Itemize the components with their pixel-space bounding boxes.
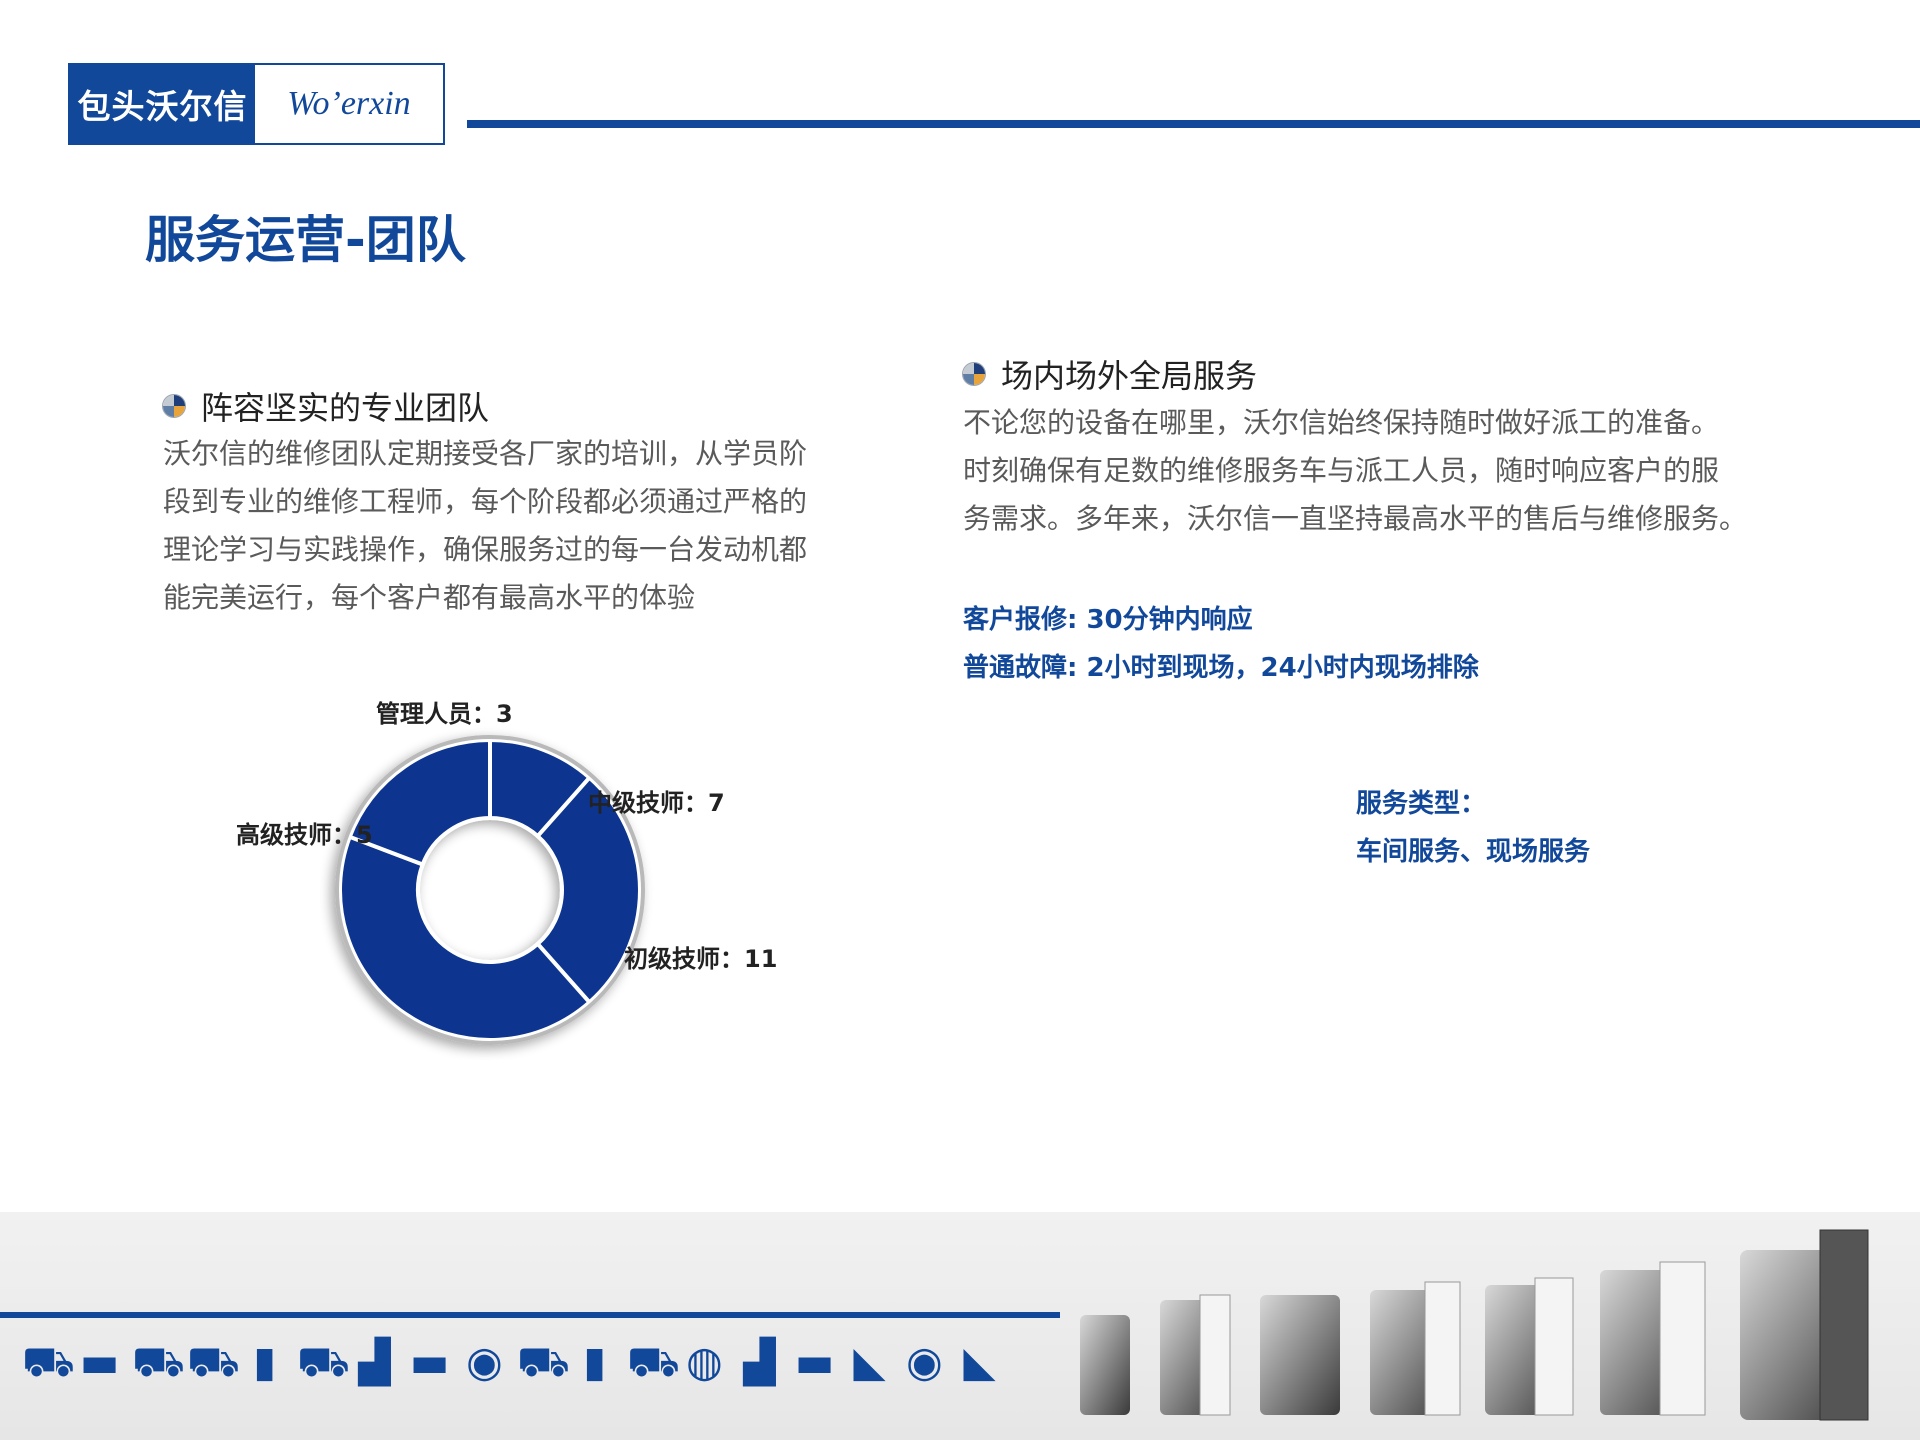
loader-icon: ▟ — [743, 1337, 776, 1386]
left-line: 段到专业的维修工程师，每个阶段都必须通过严格的 — [163, 485, 808, 518]
bullet-icon — [163, 395, 185, 417]
logo-cn-text: 包头沃尔信 — [70, 65, 255, 143]
highlight-response-time: 客户报修: 30分钟内响应 — [963, 605, 1253, 635]
highlights: 客户报修: 30分钟内响应 普通故障: 2小时到现场，24小时内现场排除 — [963, 596, 1479, 692]
right-section-heading: 场内场外全局服务 — [963, 351, 1257, 397]
right-heading-text: 场内场外全局服务 — [1001, 357, 1258, 395]
fuel-truck-icon: ⛟ — [22, 1337, 75, 1386]
engine-2 — [1160, 1294, 1231, 1416]
forklift-icon: ▟ — [358, 1337, 391, 1386]
right-line: 不论您的设备在哪里，沃尔信始终保持随时做好派工的准备。 — [963, 406, 1720, 439]
engine-3 — [1260, 1295, 1340, 1415]
right-paragraph: 不论您的设备在哪里，沃尔信始终保持随时做好派工的准备。 时刻确保有足数的维修服务… — [963, 399, 1863, 543]
left-line: 能完美运行，每个客户都有最高水平的体验 — [163, 581, 696, 614]
header-rule — [467, 120, 1920, 128]
pickup-truck-icon: ⛟ — [297, 1337, 350, 1386]
semi-truck-icon: ⛟ — [517, 1337, 570, 1386]
engine-7 — [1740, 1229, 1869, 1421]
engine-5 — [1485, 1277, 1574, 1416]
team-donut-chart — [335, 735, 645, 1045]
service-type-value: 车间服务、现场服务 — [1356, 837, 1591, 867]
left-line: 理论学习与实践操作，确保服务过的每一台发动机都 — [163, 533, 808, 566]
chart-label-mid-tech: 中级技师：7 — [588, 789, 725, 817]
bullet-icon — [963, 363, 985, 385]
coach-bus-icon: ▬ — [409, 1337, 450, 1386]
engine-6 — [1600, 1261, 1706, 1416]
left-paragraph: 沃尔信的维修团队定期接受各厂家的培训，从学员阶 段到专业的维修工程师，每个阶段都… — [163, 430, 863, 622]
chart-label-management: 管理人员：3 — [376, 700, 513, 728]
road-roller-icon: ◉ — [906, 1337, 943, 1386]
bus-icon: ▬ — [79, 1337, 120, 1386]
chart-label-junior-tech: 初级技师：11 — [624, 945, 778, 973]
left-heading-text: 阵容坚实的专业团队 — [201, 389, 490, 427]
footer-rule — [0, 1312, 1060, 1318]
highlight-fault-time: 普通故障: 2小时到现场，24小时内现场排除 — [963, 653, 1479, 683]
mixer-truck-icon: ◍ — [686, 1337, 723, 1386]
left-line: 沃尔信的维修团队定期接受各厂家的培训，从学员阶 — [163, 437, 808, 470]
right-line: 务需求。多年来，沃尔信一直坚持最高水平的售后与维修服务。 — [963, 502, 1748, 535]
wheel-loader-icon: ◣ — [963, 1337, 996, 1386]
box-truck-icon: ▮ — [252, 1337, 277, 1386]
tow-truck-icon: ⛟ — [132, 1337, 185, 1386]
tractor-icon: ◉ — [466, 1337, 503, 1386]
left-section-heading: 阵容坚实的专业团队 — [163, 383, 489, 429]
logo: 包头沃尔信 Wo’erxin — [68, 63, 445, 145]
service-type-label: 服务类型： — [1356, 789, 1487, 819]
cargo-truck-icon: ▮ — [582, 1337, 607, 1386]
tanker-truck-icon: ⛟ — [187, 1337, 240, 1386]
excavator-icon: ◣ — [853, 1337, 886, 1386]
engine-4 — [1370, 1281, 1461, 1416]
vehicle-icon-row: ⛟ ▬ ⛟ ⛟ ▮ ⛟ ▟ ▬ ◉ ⛟ ▮ ⛟ ◍ ▟ ▬ ◣ ◉ ◣ — [22, 1338, 1002, 1386]
van-icon: ▬ — [794, 1337, 835, 1386]
logo-en-text: Wo’erxin — [287, 85, 411, 122]
engine-images — [1080, 1229, 1869, 1421]
service-type: 服务类型： 车间服务、现场服务 — [1356, 780, 1590, 876]
chart-label-senior-tech: 高级技师：5 — [236, 821, 373, 849]
page-title: 服务运营-团队 — [145, 211, 466, 269]
crane-truck-icon: ⛟ — [627, 1337, 680, 1386]
right-line: 时刻确保有足数的维修服务车与派工人员，随时响应客户的服 — [963, 454, 1720, 487]
engine-1 — [1080, 1315, 1130, 1415]
